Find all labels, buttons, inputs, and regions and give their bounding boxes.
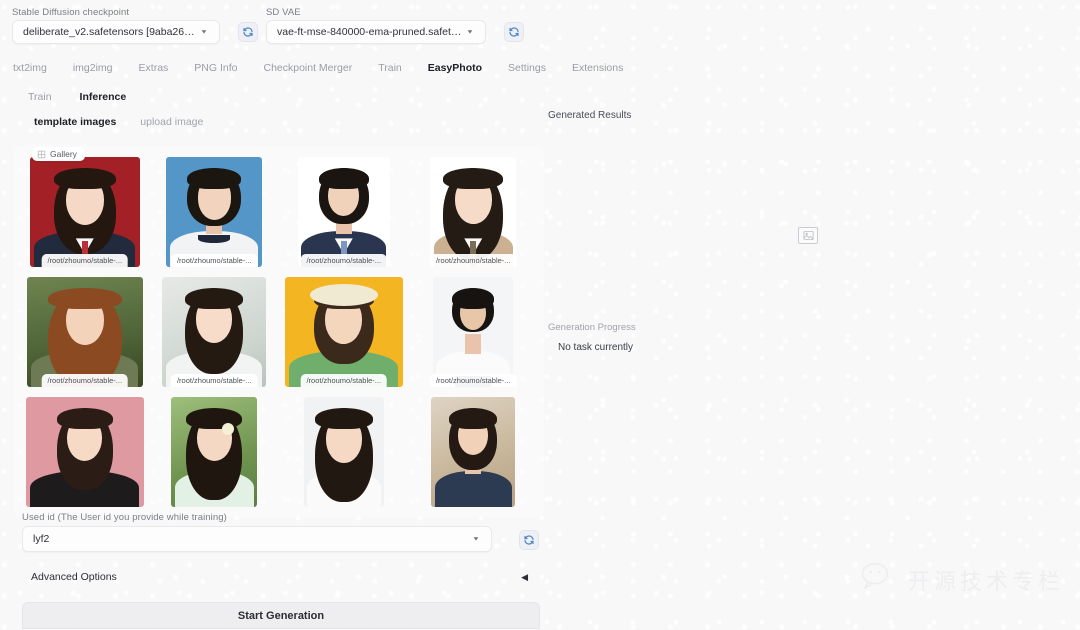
gallery-item-caption: /root/zhoumo/stable-... — [170, 374, 258, 387]
tab-png-info[interactable]: PNG Info — [181, 59, 250, 77]
gallery-item[interactable] — [283, 397, 405, 507]
left-panel: template images upload image Gallery /roo… — [14, 110, 544, 517]
gallery-item[interactable]: /root/zhoumo/stable-... — [413, 157, 535, 267]
right-panel: Generated Results Generation Progress No… — [548, 110, 1068, 353]
gallery-item-caption: /root/zhoumo/stable-... — [300, 254, 388, 267]
gallery-item-caption: /root/zhoumo/stable-... — [429, 374, 517, 387]
checkpoint-refresh-button[interactable] — [238, 22, 258, 42]
gallery-item[interactable]: /root/zhoumo/stable-... — [413, 277, 535, 387]
image-placeholder — [798, 227, 818, 244]
tab-txt2img[interactable]: txt2img — [0, 59, 60, 77]
template-image[interactable] — [431, 397, 516, 507]
template-image[interactable] — [284, 277, 403, 387]
tab-easyphoto[interactable]: EasyPhoto — [415, 59, 495, 77]
chevron-down-icon — [463, 25, 477, 39]
tab-extensions[interactable]: Extensions — [559, 59, 636, 77]
gallery-item-caption: /root/zhoumo/stable-... — [300, 374, 388, 387]
chevron-down-icon — [469, 532, 483, 546]
innertab-upload-image[interactable]: upload image — [128, 113, 215, 131]
tab-extras[interactable]: Extras — [126, 59, 182, 77]
main-tab-bar: txt2img img2img Extras PNG Info Checkpoint M… — [0, 56, 1080, 80]
gallery-item[interactable]: /root/zhoumo/stable-... — [283, 277, 405, 387]
subtab-inference[interactable]: Inference — [66, 88, 141, 106]
gallery-chip-label: Gallery — [50, 149, 77, 159]
template-image[interactable] — [171, 397, 258, 507]
vae-refresh-button[interactable] — [504, 22, 524, 42]
gallery-item[interactable] — [154, 397, 276, 507]
watermark: 开源技术专栏 — [860, 561, 1064, 598]
gallery-item[interactable]: /root/zhoumo/stable-... — [24, 277, 146, 387]
start-generation-button[interactable]: Start Generation — [22, 602, 540, 629]
model-toolbar: Stable Diffusion checkpoint SD VAE delib… — [0, 0, 1080, 52]
used-id-label: Used id (The User id you provide while t… — [22, 512, 227, 523]
image-placeholder-icon — [803, 230, 813, 241]
generation-progress-value: No task currently — [558, 342, 634, 353]
refresh-icon — [243, 27, 253, 37]
subtab-train[interactable]: Train — [14, 88, 66, 106]
template-tab-bar: template images upload image — [14, 110, 544, 134]
app-root: Stable Diffusion checkpoint SD VAE delib… — [0, 0, 1080, 630]
template-image[interactable] — [303, 397, 384, 507]
tab-train[interactable]: Train — [365, 59, 415, 77]
generated-results-title: Generated Results — [548, 110, 632, 121]
checkpoint-label: Stable Diffusion checkpoint — [12, 7, 130, 18]
watermark-text: 开源技术专栏 — [907, 569, 1064, 595]
vae-dropdown[interactable]: vae-ft-mse-840000-ema-pruned.safetensors — [266, 20, 486, 44]
checkpoint-dropdown[interactable]: deliberate_v2.safetensors [9aba26abdf] — [12, 20, 220, 44]
template-image[interactable] — [29, 157, 140, 267]
template-image[interactable] — [166, 157, 263, 267]
vae-value: vae-ft-mse-840000-ema-pruned.safetensors — [277, 26, 463, 38]
chevron-down-icon — [197, 25, 211, 39]
gallery-chip: Gallery — [32, 147, 85, 161]
gallery-item[interactable] — [413, 397, 535, 507]
gallery-item[interactable] — [24, 397, 146, 507]
template-image[interactable] — [162, 277, 267, 387]
refresh-icon — [509, 27, 519, 37]
gallery-item-caption: /root/zhoumo/stable-... — [170, 254, 258, 267]
chevron-left-icon: ◀ — [521, 571, 528, 582]
gallery-item[interactable]: /root/zhoumo/stable-... — [283, 157, 405, 267]
checkpoint-value: deliberate_v2.safetensors [9aba26abdf] — [23, 26, 197, 38]
sub-tab-bar: Train Inference — [14, 86, 140, 108]
gallery-item-caption: /root/zhoumo/stable-... — [41, 254, 129, 267]
tab-img2img[interactable]: img2img — [60, 59, 126, 77]
gallery-item[interactable]: /root/zhoumo/stable-... — [24, 157, 146, 267]
generation-progress-label: Generation Progress — [548, 322, 636, 333]
template-image[interactable] — [433, 277, 514, 387]
wechat-logo-icon — [860, 561, 900, 598]
tab-settings[interactable]: Settings — [495, 59, 559, 77]
template-image[interactable] — [26, 277, 143, 387]
refresh-icon — [524, 535, 534, 545]
gallery-item-caption: /root/zhoumo/stable-... — [429, 254, 517, 267]
advanced-options-accordion[interactable]: Advanced Options ◀ — [22, 565, 540, 589]
gallery-item[interactable]: /root/zhoumo/stable-... — [154, 157, 276, 267]
innertab-template-images[interactable]: template images — [22, 113, 128, 131]
start-generation-label: Start Generation — [237, 609, 325, 622]
generated-results-area[interactable] — [548, 129, 1068, 314]
used-id-value: lyf2 — [33, 533, 50, 545]
used-id-dropdown[interactable]: lyf2 — [22, 526, 492, 552]
advanced-options-label: Advanced Options — [31, 571, 117, 583]
template-image[interactable] — [430, 157, 517, 267]
vae-label: SD VAE — [266, 7, 301, 18]
template-image[interactable] — [25, 397, 144, 507]
gallery-item-caption: /root/zhoumo/stable-... — [41, 374, 129, 387]
used-id-refresh-button[interactable] — [519, 530, 539, 550]
tab-checkpoint-merger[interactable]: Checkpoint Merger — [250, 59, 365, 77]
template-gallery[interactable]: Gallery /root/zhoumo/stable-... /root/zho… — [14, 145, 544, 517]
template-image[interactable] — [297, 157, 390, 267]
gallery-icon — [37, 150, 46, 158]
gallery-item[interactable]: /root/zhoumo/stable-... — [154, 277, 276, 387]
